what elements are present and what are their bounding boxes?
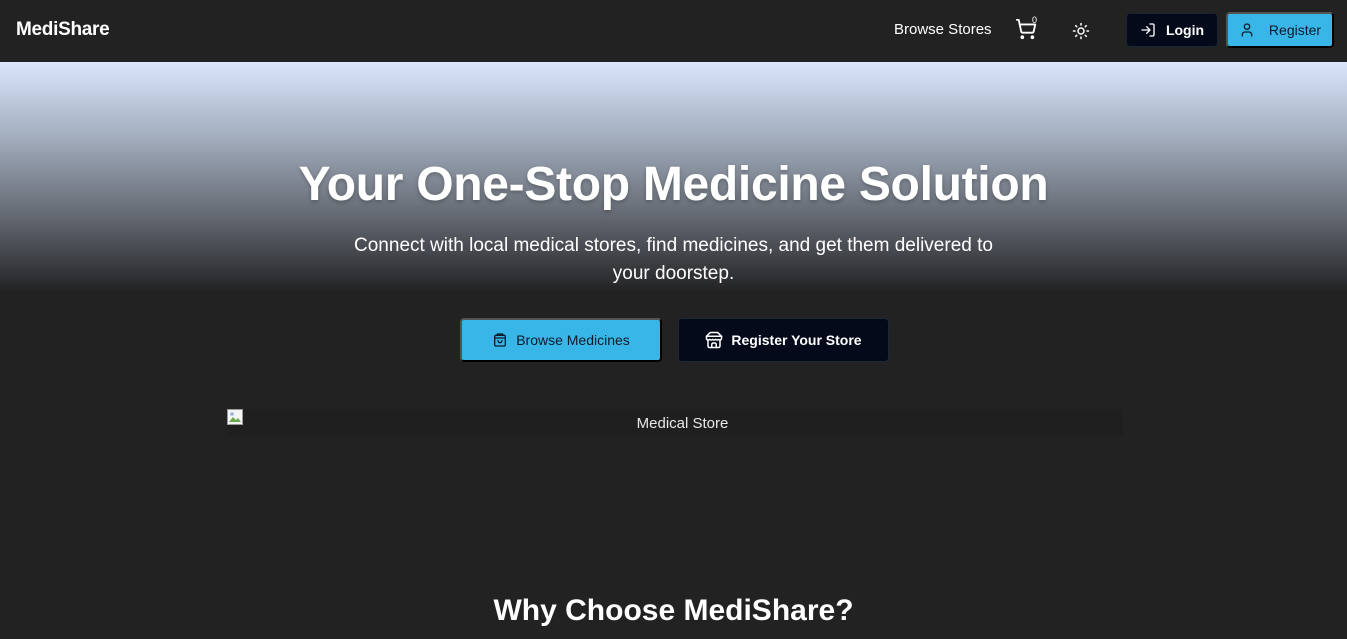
medical-store-image: Medical Store [227,409,1123,437]
log-in-icon [1141,23,1155,37]
cart-button[interactable]: 0 [1015,15,1039,42]
register-store-button[interactable]: Register Your Store [678,318,889,362]
user-icon [1241,23,1253,37]
theme-toggle-button[interactable] [1072,22,1090,40]
cart-count-badge: 0 [1032,15,1038,25]
store-icon [706,331,723,349]
features-section-title: Why Choose MediShare? [493,594,854,627]
register-button-label: Register [1268,22,1322,38]
brand-logo[interactable]: MediShare [16,19,110,41]
shopping-bag-icon [494,333,507,347]
hero-title: Your One-Stop Medicine Solution [298,158,1049,211]
hero-subtitle: Connect with local medical stores, find … [354,235,993,284]
navbar: MediShare Browse Stores 0 Login Register [0,0,1347,62]
browse-medicines-button[interactable]: Browse Medicines [460,318,662,362]
image-alt-text: Medical Store [636,415,729,432]
sun-icon [1072,22,1090,40]
browse-medicines-label: Browse Medicines [516,332,630,348]
nav-link-browse-stores[interactable]: Browse Stores [894,21,992,38]
register-button[interactable]: Register [1226,12,1334,48]
login-button-label: Login [1165,22,1205,38]
register-store-label: Register Your Store [731,332,862,348]
login-button[interactable]: Login [1126,13,1218,47]
